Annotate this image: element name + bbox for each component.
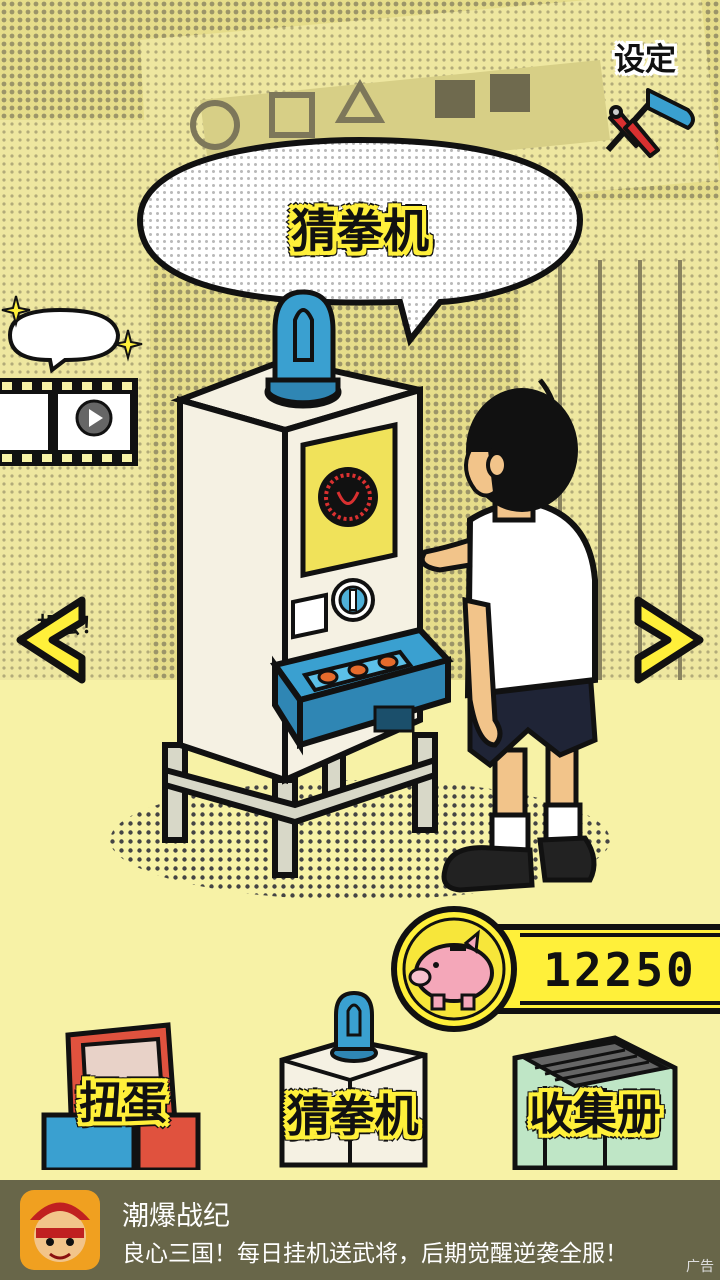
settings-button[interactable]: 设定 [588, 28, 708, 168]
chevron-left-icon [16, 596, 86, 684]
video-chance-button[interactable]: 机会！ [0, 290, 150, 639]
coin-value: 12250 [543, 943, 697, 997]
mode-collection-label: 收集册 [529, 1089, 661, 1140]
ad-description: 良心三国！每日挂机送武将，后期觉醒逆袭全服！ [122, 1241, 628, 1267]
video-chance-graphic [0, 295, 143, 466]
ad-title: 潮爆战纪 [122, 1201, 230, 1232]
ad-game-icon [20, 1190, 100, 1270]
mode-collection-button[interactable]: 收集册 [505, 1028, 685, 1170]
ad-banner[interactable]: 潮爆战纪 良心三国！每日挂机送武将，后期觉醒逆袭全服！ 广告 [0, 1180, 720, 1280]
settings-label: 设定 [614, 42, 676, 78]
coin-counter: 12250 [390, 905, 720, 1033]
prev-machine-button[interactable] [12, 592, 92, 687]
next-machine-button[interactable] [628, 592, 708, 687]
mode-rps-label: 猜拳机 [286, 1091, 419, 1142]
machine-name-title: 猜拳机 [291, 204, 429, 258]
chevron-right-icon [634, 596, 704, 684]
mode-gacha-label: 扭蛋 [79, 1078, 167, 1129]
mode-gacha-button[interactable]: 扭蛋 [38, 1015, 208, 1170]
game-scene: 设定 猜拳机 机会！ [0, 0, 720, 1180]
tools-icon [605, 88, 695, 158]
play-icon [75, 399, 113, 437]
mode-rps-button[interactable]: 猜拳机 [270, 985, 435, 1170]
ad-tag: 广告 [686, 1259, 714, 1275]
